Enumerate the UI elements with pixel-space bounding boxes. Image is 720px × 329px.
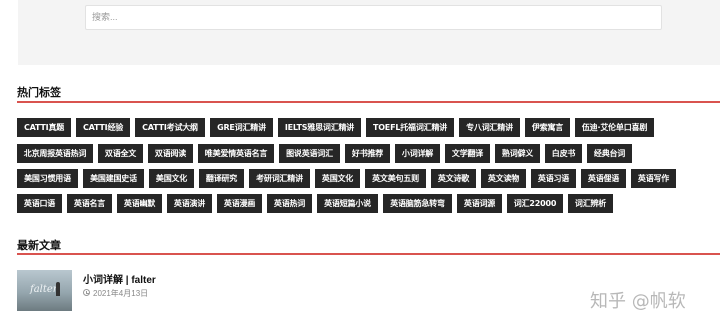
article-thumbnail[interactable]: falter bbox=[17, 270, 72, 311]
tag-button[interactable]: 英语脑筋急转弯 bbox=[383, 194, 452, 213]
tag-button[interactable]: 英语演讲 bbox=[167, 194, 212, 213]
article-title-link[interactable]: 小词详解 | falter bbox=[83, 271, 156, 286]
tag-button[interactable]: 文学翻译 bbox=[445, 144, 490, 163]
hot-tags-divider bbox=[17, 101, 720, 103]
tag-button[interactable]: 双语全文 bbox=[98, 144, 143, 163]
tag-button[interactable]: 伍迪·艾伦单口喜剧 bbox=[575, 118, 654, 137]
tag-button[interactable]: CATTI考试大纲 bbox=[135, 118, 205, 137]
tag-button[interactable]: 英语热词 bbox=[267, 194, 312, 213]
tag-button[interactable]: 北京周报英语热词 bbox=[17, 144, 93, 163]
tag-button[interactable]: 小词详解 bbox=[395, 144, 440, 163]
tag-button[interactable]: 词汇辨析 bbox=[568, 194, 613, 213]
tag-button[interactable]: 英语习语 bbox=[531, 169, 576, 188]
tag-button[interactable]: 好书推荐 bbox=[345, 144, 390, 163]
tag-button[interactable]: 英文诗歌 bbox=[431, 169, 476, 188]
tag-button[interactable]: 英国文化 bbox=[315, 169, 360, 188]
thumbnail-text: falter bbox=[30, 284, 58, 295]
watermark: 知乎 @帆软 bbox=[590, 291, 686, 312]
tag-button[interactable]: TOEFL托福词汇精讲 bbox=[366, 118, 454, 137]
tag-button[interactable]: 双语阅读 bbox=[148, 144, 193, 163]
tag-button[interactable]: 专八词汇精讲 bbox=[459, 118, 520, 137]
tag-button[interactable]: 英语俚语 bbox=[581, 169, 626, 188]
tag-button[interactable]: 图说英语词汇 bbox=[279, 144, 340, 163]
tag-button[interactable]: 英语名言 bbox=[67, 194, 112, 213]
tag-button[interactable]: 唯美爱情英语名言 bbox=[198, 144, 274, 163]
search-input[interactable]: 搜索... bbox=[85, 5, 662, 30]
tag-button[interactable]: IELTS雅思词汇精讲 bbox=[278, 118, 361, 137]
article-date: 2021年4月13日 bbox=[93, 289, 149, 298]
latest-articles-title: 最新文章 bbox=[17, 240, 61, 252]
tag-button[interactable]: 白皮书 bbox=[545, 144, 582, 163]
tag-button[interactable]: 英文美句五则 bbox=[365, 169, 426, 188]
thumbnail-figure bbox=[56, 282, 60, 296]
tag-button[interactable]: 英语幽默 bbox=[117, 194, 162, 213]
tag-button[interactable]: 英语短篇小说 bbox=[317, 194, 378, 213]
tag-button[interactable]: 英语写作 bbox=[631, 169, 676, 188]
tag-button[interactable]: 英语口语 bbox=[17, 194, 62, 213]
tag-button[interactable]: 熟词僻义 bbox=[495, 144, 540, 163]
tag-button[interactable]: 英文读物 bbox=[481, 169, 526, 188]
tag-button[interactable]: 美国文化 bbox=[149, 169, 194, 188]
tag-button[interactable]: 美国习惯用语 bbox=[17, 169, 78, 188]
latest-articles-divider bbox=[17, 253, 720, 255]
tag-button[interactable]: 英语词源 bbox=[457, 194, 502, 213]
tag-button[interactable]: CATTI真题 bbox=[17, 118, 71, 137]
tag-button[interactable]: 美国建国史话 bbox=[83, 169, 144, 188]
tag-button[interactable]: CATTI经验 bbox=[76, 118, 130, 137]
tag-button[interactable]: GRE词汇精讲 bbox=[210, 118, 273, 137]
tag-button[interactable]: 翻译研究 bbox=[199, 169, 244, 188]
tag-button[interactable]: 词汇22000 bbox=[507, 194, 563, 213]
tag-button[interactable]: 英语漫画 bbox=[217, 194, 262, 213]
clock-icon bbox=[83, 289, 90, 296]
tag-button[interactable]: 伊索寓言 bbox=[525, 118, 570, 137]
hot-tags-title: 热门标签 bbox=[17, 87, 61, 99]
tag-button[interactable]: 考研词汇精讲 bbox=[249, 169, 310, 188]
tag-button[interactable]: 经典台词 bbox=[587, 144, 632, 163]
